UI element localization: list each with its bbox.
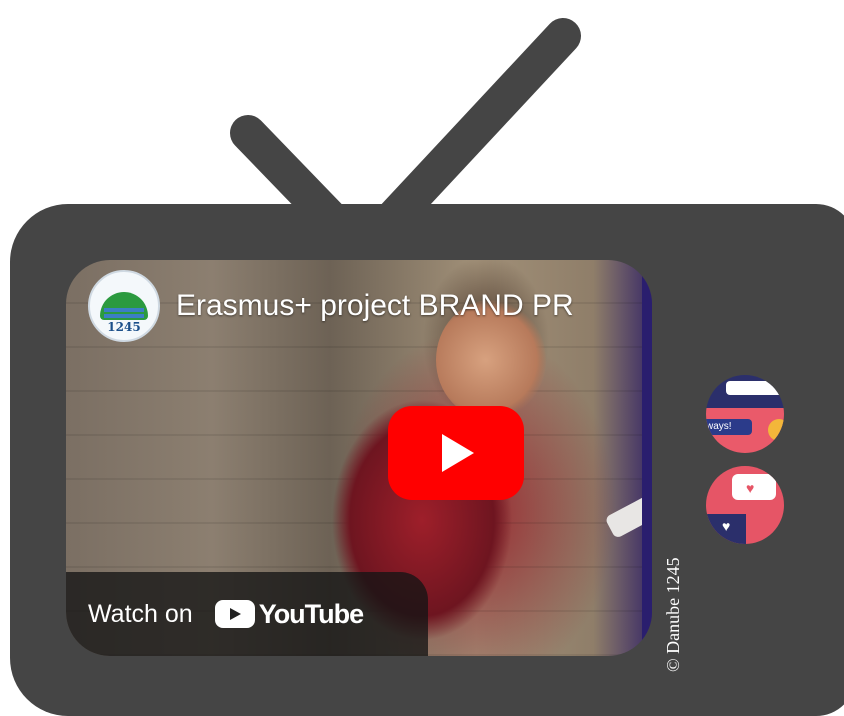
youtube-logo: YouTube xyxy=(214,598,364,630)
watch-on-youtube-button[interactable]: Watch on YouTube xyxy=(66,572,428,656)
heart-icon: ♥ xyxy=(722,518,731,534)
channel-logo-number: 1245 xyxy=(107,320,141,334)
copyright-credit: © Danube 1245 xyxy=(663,557,683,672)
video-title[interactable]: Erasmus+ project BRAND PR xyxy=(176,289,574,323)
youtube-wordmark: YouTube xyxy=(258,598,364,629)
tv-knob-bottom[interactable]: ♥ ♥ xyxy=(706,466,784,544)
youtube-play-icon xyxy=(214,600,255,628)
channel-logo[interactable]: 1245 xyxy=(88,270,160,342)
knob-card-icon xyxy=(726,381,784,395)
video-embed[interactable]: 1245 Erasmus+ project BRAND PR Watch on … xyxy=(66,260,652,656)
screen-edge xyxy=(642,260,652,656)
knob-message-text: ways! xyxy=(706,421,732,432)
play-icon xyxy=(442,434,474,472)
knob-dot-icon xyxy=(768,419,784,441)
knob-message-card: ways! xyxy=(706,419,752,435)
heart-icon: ♥ xyxy=(746,480,755,496)
logo-wave-icon xyxy=(104,314,144,318)
watch-on-label: Watch on xyxy=(88,599,193,628)
tv-knob-top[interactable]: ways! xyxy=(706,375,784,453)
play-button[interactable] xyxy=(388,406,524,500)
logo-wave-icon xyxy=(104,308,144,312)
video-title-row: 1245 Erasmus+ project BRAND PR xyxy=(88,270,574,342)
